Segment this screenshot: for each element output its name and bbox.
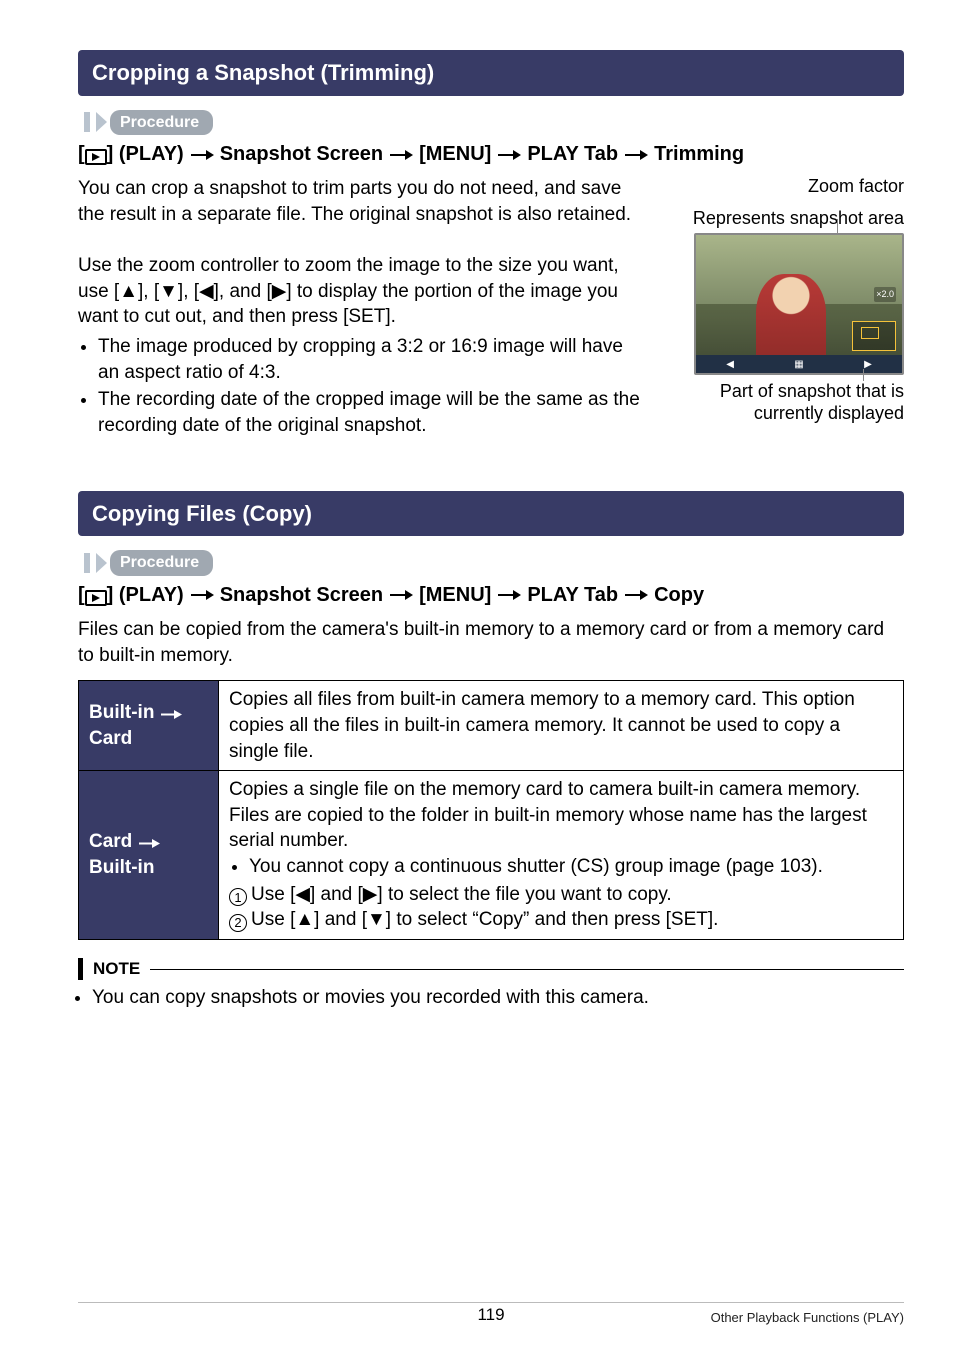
play-mode-icon: [85, 590, 107, 606]
path-snapshot-screen: Snapshot Screen: [220, 141, 383, 168]
path-play: [] (PLAY): [78, 582, 184, 609]
path-play-tab: PLAY Tab: [527, 141, 618, 168]
zoom-tag: ×2.0: [874, 287, 896, 301]
arrow-right-icon: [190, 589, 214, 601]
table-hdr-card-builtin: Card Built-in: [79, 771, 219, 940]
copy-options-table: Built-in Card Copies all files from buil…: [78, 680, 904, 940]
menu-path-copy: [] (PLAY) Snapshot Screen [MENU] PLAY Ta…: [78, 582, 904, 609]
section-title-copy: Copying Files (Copy): [78, 491, 904, 537]
path-menu: [MENU]: [419, 582, 491, 609]
table-cell-card-builtin: Copies a single file on the memory card …: [219, 771, 904, 940]
circled-2-icon: 2: [229, 914, 247, 932]
trimming-body: Use the zoom controller to zoom the imag…: [78, 253, 645, 330]
copy-intro: Files can be copied from the camera's bu…: [78, 617, 904, 668]
trimming-intro: You can crop a snapshot to trim parts yo…: [78, 176, 645, 227]
note-heading: NOTE: [78, 958, 904, 981]
arrow-right-icon: [389, 589, 413, 601]
path-snapshot-screen: Snapshot Screen: [220, 582, 383, 609]
procedure-label: Procedure: [110, 110, 213, 136]
card-builtin-step2: 2Use [▲] and [▼] to select “Copy” and th…: [229, 907, 893, 933]
arrow-right-icon: [624, 589, 648, 601]
arrow-right-icon: [389, 149, 413, 161]
path-trimming: Trimming: [654, 141, 744, 168]
note-label: NOTE: [93, 958, 140, 981]
path-play: [] (PLAY): [78, 141, 184, 168]
procedure-badge: Procedure: [78, 110, 904, 136]
play-mode-icon: [85, 149, 107, 165]
arrow-right-icon: [190, 149, 214, 161]
arrow-right-icon: [497, 589, 521, 601]
procedure-badge: Procedure: [78, 550, 904, 576]
arrow-right-icon: [160, 709, 182, 720]
card-builtin-text: Copies a single file on the memory card …: [229, 777, 893, 854]
zoom-factor-label: Zoom factor: [659, 176, 904, 198]
page-footer: 119 Other Playback Functions (PLAY): [78, 1302, 904, 1327]
page-number: 119: [78, 1304, 904, 1327]
path-play-tab: PLAY Tab: [527, 582, 618, 609]
table-hdr-builtin-card: Built-in Card: [79, 681, 219, 771]
trimming-bullet-aspect: The image produced by cropping a 3:2 or …: [98, 334, 645, 385]
cropping-preview-thumbnail: ×2.0 ◀▦▶: [694, 233, 904, 375]
represents-area-label: Represents snapshot area: [659, 208, 904, 230]
note-bullet: You can copy snapshots or movies you rec…: [92, 985, 904, 1011]
note-bar-icon: [78, 958, 83, 980]
path-menu: [MENU]: [419, 141, 491, 168]
preview-bottom-bar: ◀▦▶: [696, 355, 902, 373]
table-cell-builtin-card: Copies all files from built-in camera me…: [219, 681, 904, 771]
note-rule: [150, 969, 904, 970]
section-title-trimming: Cropping a Snapshot (Trimming): [78, 50, 904, 96]
trimming-bullet-date: The recording date of the cropped image …: [98, 387, 645, 438]
arrow-right-icon: [624, 149, 648, 161]
card-builtin-step1: 1Use [◀] and [▶] to select the file you …: [229, 882, 893, 908]
part-displayed-label: Part of snapshot that is currently displ…: [659, 381, 904, 424]
minimap-icon: [852, 321, 896, 351]
arrow-right-icon: [497, 149, 521, 161]
procedure-label: Procedure: [110, 550, 213, 576]
path-copy: Copy: [654, 582, 704, 609]
circled-1-icon: 1: [229, 888, 247, 906]
arrow-right-icon: [138, 838, 160, 849]
menu-path-trimming: [] (PLAY) Snapshot Screen [MENU] PLAY Ta…: [78, 141, 904, 168]
card-builtin-bullet: You cannot copy a continuous shutter (CS…: [249, 854, 893, 880]
